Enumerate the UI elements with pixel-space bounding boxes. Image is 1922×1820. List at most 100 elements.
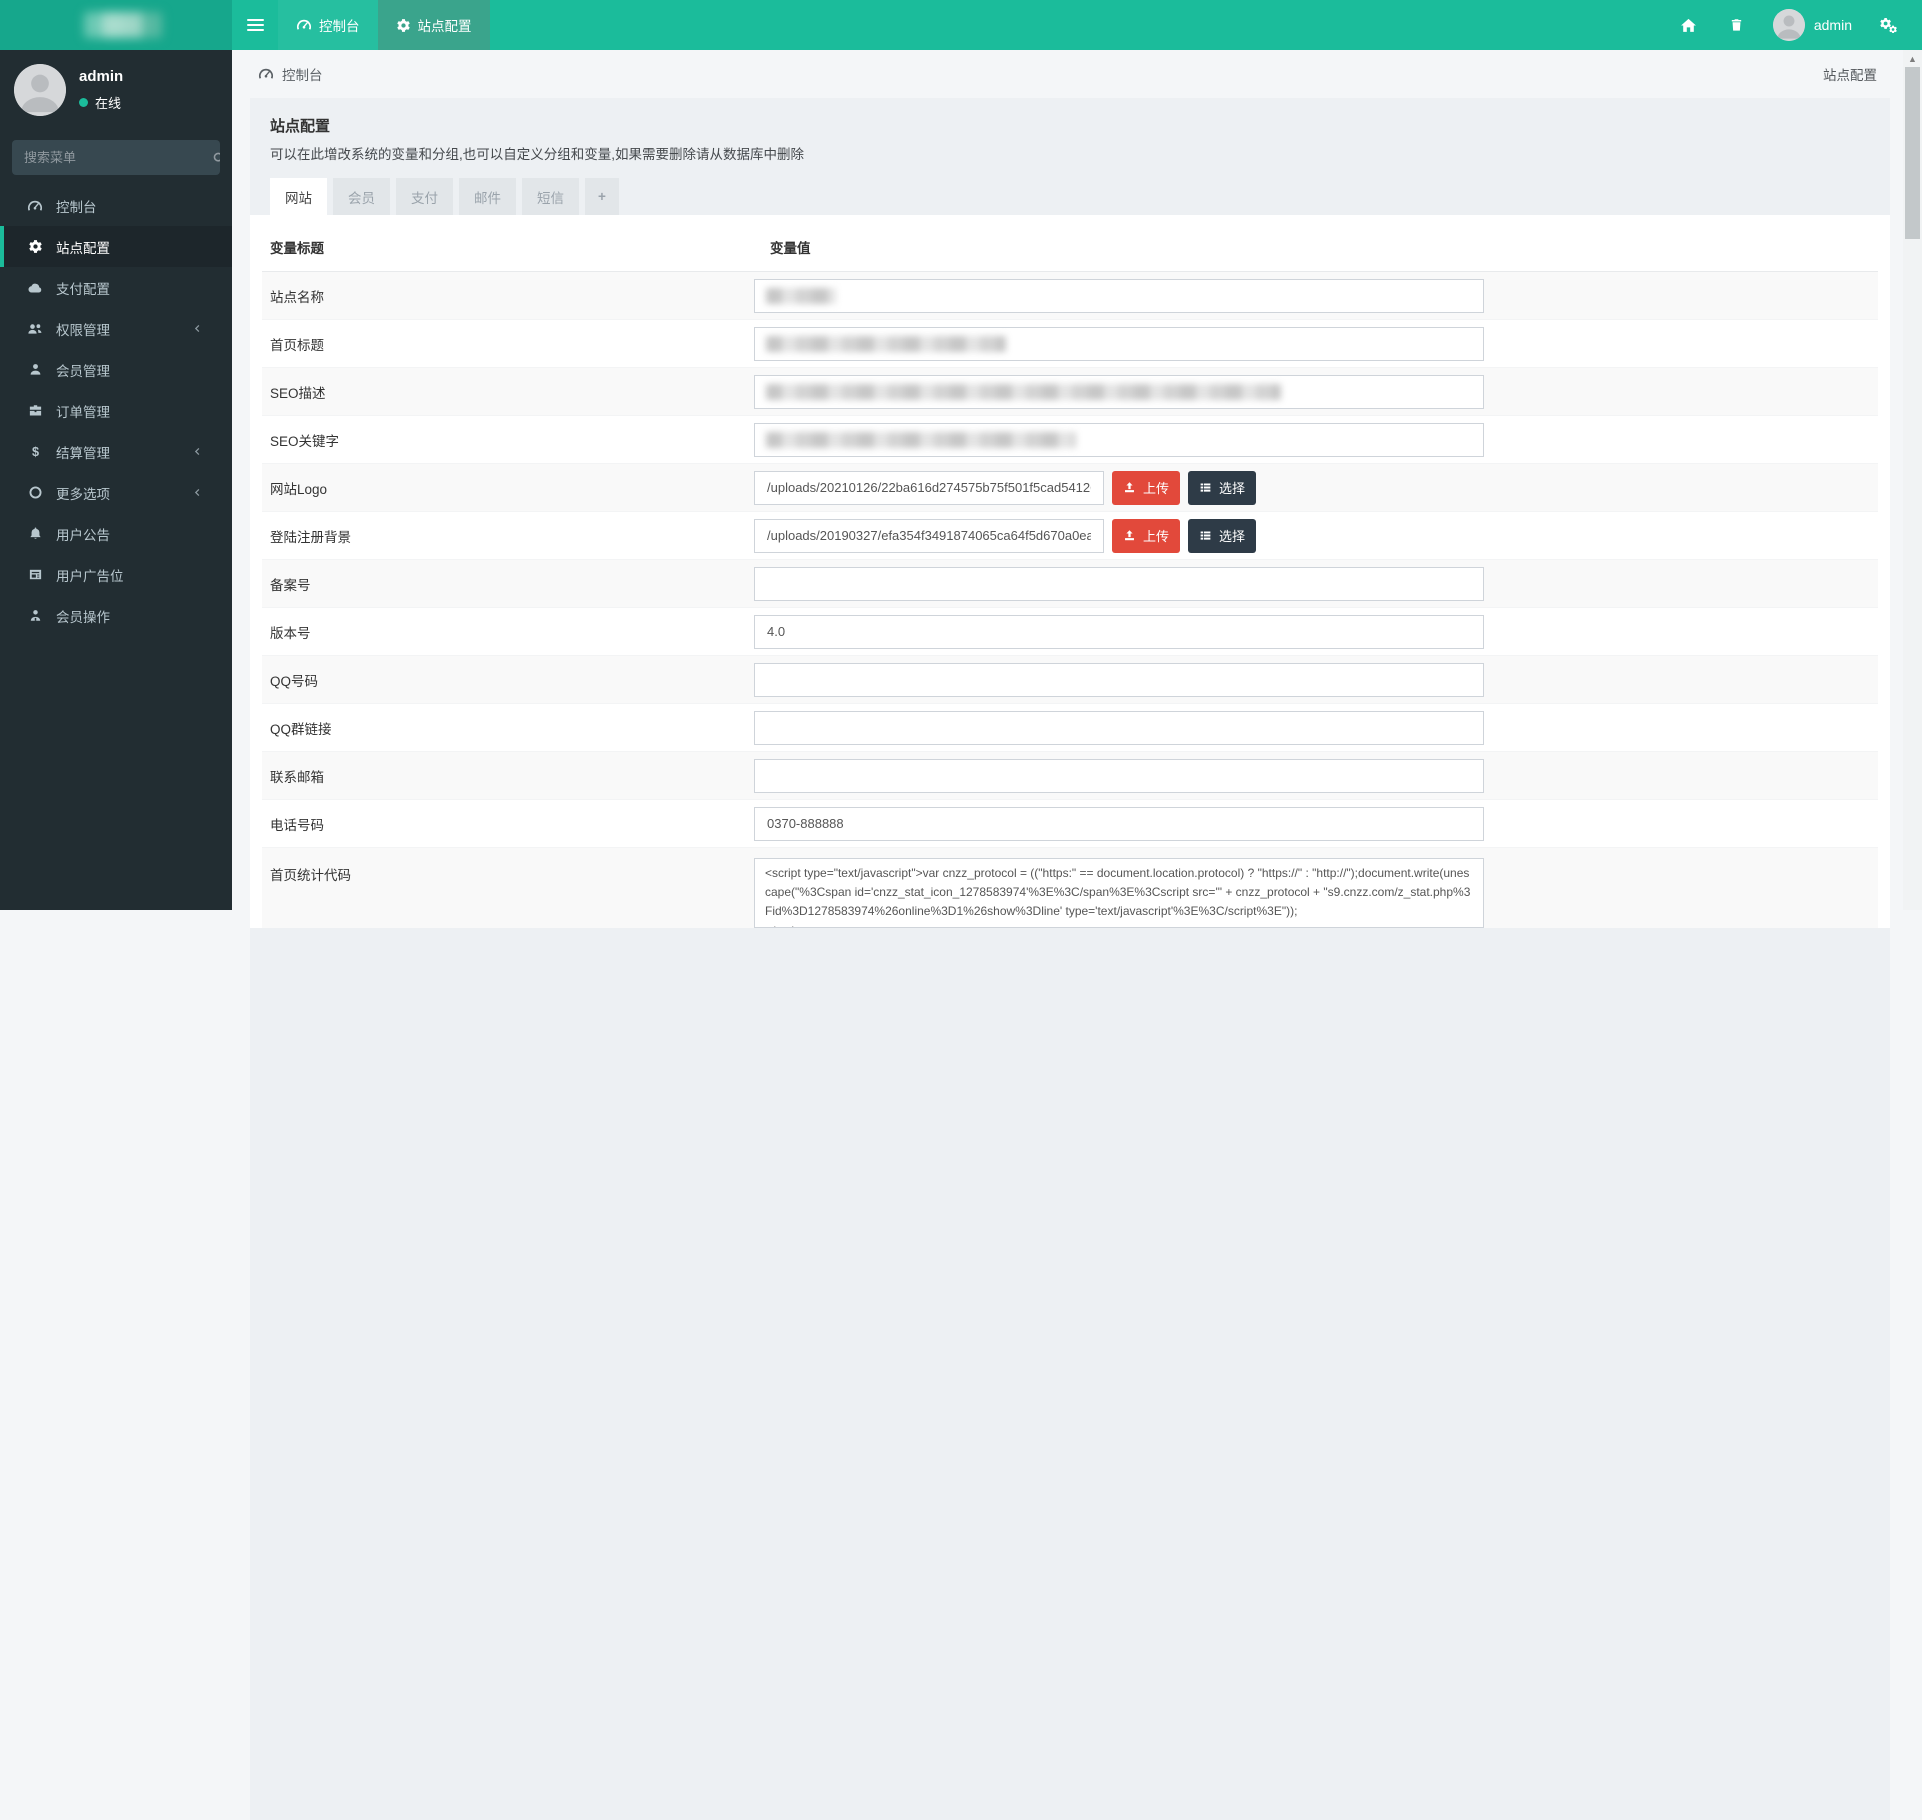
- table-row: 首页统计代码: [262, 848, 1878, 928]
- content-area: 控制台 站点配置 站点配置 可以在此增改系统的变量和分组,也可以自定义分组和变量…: [232, 50, 1903, 1820]
- choose-button[interactable]: 选择: [1188, 470, 1257, 505]
- value-input[interactable]: [754, 278, 1484, 313]
- variable-label: 联系邮箱: [270, 769, 324, 785]
- user-operate-icon: [26, 608, 44, 623]
- sidebar-item-9[interactable]: 用户广告位: [0, 554, 232, 595]
- menu-search-input[interactable]: [12, 150, 212, 165]
- navbar-right: admin: [1669, 0, 1922, 50]
- variable-label: 电话号码: [270, 817, 324, 833]
- sidebar-item-8[interactable]: 用户公告: [0, 513, 232, 554]
- search-button[interactable]: [212, 140, 220, 175]
- sidebar-item-1[interactable]: 站点配置: [0, 226, 232, 267]
- sidebar-user-panel: admin 在线: [0, 50, 232, 126]
- stats-code-textarea[interactable]: [754, 858, 1484, 928]
- variable-label: 首页统计代码: [270, 868, 351, 883]
- sidebar-item-4[interactable]: 会员管理: [0, 349, 232, 390]
- variable-label: QQ号码: [270, 673, 319, 689]
- tab-1[interactable]: 会员: [333, 178, 390, 215]
- value-input[interactable]: [754, 518, 1104, 553]
- table-row: 电话号码: [262, 800, 1878, 848]
- top-navbar: 控制台 站点配置 admin: [0, 0, 1922, 50]
- table-row: 联系邮箱: [262, 752, 1878, 800]
- variable-value-cell: [754, 278, 1484, 313]
- choose-button[interactable]: 选择: [1188, 518, 1257, 553]
- home-button[interactable]: [1669, 0, 1709, 50]
- variable-value-cell: [754, 758, 1484, 793]
- scrollbar-thumb[interactable]: [1905, 67, 1920, 239]
- value-input[interactable]: [754, 758, 1484, 793]
- sidebar-toggle-button[interactable]: [232, 0, 278, 50]
- value-input[interactable]: [754, 806, 1484, 841]
- tab-3[interactable]: 邮件: [459, 178, 516, 215]
- sidebar-item-6[interactable]: $ 结算管理: [0, 431, 232, 472]
- value-input[interactable]: [754, 422, 1484, 457]
- table-row: QQ群链接: [262, 704, 1878, 752]
- dollar-icon: $: [26, 444, 44, 459]
- variable-value-cell: [754, 614, 1484, 649]
- page-description: 可以在此增改系统的变量和分组,也可以自定义分组和变量,如果需要删除请从数据库中删…: [270, 147, 805, 162]
- variable-label: QQ群链接: [270, 721, 332, 737]
- navbar-item-dashboard[interactable]: 控制台: [278, 0, 378, 50]
- tab-4[interactable]: 短信: [522, 178, 579, 215]
- gear-icon: [396, 18, 411, 33]
- config-table: 站点名称首页标题SEO描述SEO关键字网站Logo上传选择登陆注册背景上传选择备…: [262, 272, 1878, 928]
- hamburger-icon: [246, 16, 264, 34]
- navbar-item-site-config[interactable]: 站点配置: [377, 0, 490, 50]
- table-row: QQ号码: [262, 656, 1878, 704]
- sidebar: admin 在线 控制台站点配置支付配置权限管理会员管理订单管理$结算管理更多选…: [0, 50, 232, 910]
- sidebar-user-name: admin: [79, 68, 124, 85]
- tab-2[interactable]: 支付: [396, 178, 453, 215]
- variable-value-cell: [754, 848, 1484, 928]
- variable-value-cell: [754, 374, 1484, 409]
- variable-label: 首页标题: [270, 337, 324, 353]
- settings-button[interactable]: [1868, 0, 1908, 50]
- variable-label: SEO描述: [270, 385, 326, 401]
- home-icon: [1680, 17, 1697, 34]
- upload-button[interactable]: 上传: [1112, 518, 1181, 553]
- navbar-menu: 控制台 站点配置: [232, 0, 490, 50]
- column-header-label: 变量标题: [270, 241, 324, 256]
- table-row: 网站Logo 上传选择: [262, 464, 1878, 512]
- value-input[interactable]: [754, 326, 1484, 361]
- value-input[interactable]: [754, 710, 1484, 745]
- upload-button[interactable]: 上传: [1112, 470, 1181, 505]
- value-input[interactable]: [754, 662, 1484, 697]
- breadcrumb-dashboard-link[interactable]: 控制台: [258, 64, 323, 84]
- group-tabs: 网站 会员 支付 邮件 短信 +: [250, 178, 1890, 215]
- variable-value-cell: [754, 566, 1484, 601]
- sidebar-item-10[interactable]: 会员操作: [0, 595, 232, 636]
- gear-icon: [26, 239, 44, 254]
- table-row: 首页标题: [262, 320, 1878, 368]
- trash-button[interactable]: [1717, 0, 1757, 50]
- tab-0[interactable]: 网站: [270, 178, 327, 215]
- app-logo[interactable]: [0, 0, 232, 50]
- newspaper-icon: [26, 567, 44, 582]
- list-icon: [1199, 529, 1212, 542]
- variable-label: 备案号: [270, 577, 311, 593]
- variable-label: 站点名称: [270, 289, 324, 305]
- value-input[interactable]: [754, 614, 1484, 649]
- sidebar-item-7[interactable]: 更多选项: [0, 472, 232, 513]
- dashboard-icon: [296, 17, 312, 33]
- config-panel: 站点配置 可以在此增改系统的变量和分组,也可以自定义分组和变量,如果需要删除请从…: [250, 98, 1890, 1820]
- sidebar-item-2[interactable]: 支付配置: [0, 267, 232, 308]
- sidebar-item-0[interactable]: 控制台: [0, 185, 232, 226]
- column-header-value: 变量值: [770, 241, 811, 256]
- page-scrollbar[interactable]: ▲: [1903, 50, 1922, 910]
- value-input[interactable]: [754, 374, 1484, 409]
- add-group-tab[interactable]: +: [585, 178, 619, 215]
- upload-icon: [1123, 529, 1136, 542]
- sidebar-item-3[interactable]: 权限管理: [0, 308, 232, 349]
- scroll-up-arrow[interactable]: ▲: [1903, 50, 1922, 67]
- cloud-icon: [26, 280, 44, 296]
- cogs-icon: [1879, 17, 1898, 33]
- sidebar-search: [12, 140, 220, 175]
- circle-o-icon: [26, 485, 44, 500]
- user-status: 在线: [79, 93, 123, 112]
- value-input[interactable]: [754, 470, 1104, 505]
- variable-value-cell: [754, 710, 1484, 745]
- table-row: 备案号: [262, 560, 1878, 608]
- user-menu[interactable]: admin: [1765, 0, 1860, 50]
- sidebar-item-5[interactable]: 订单管理: [0, 390, 232, 431]
- value-input[interactable]: [754, 566, 1484, 601]
